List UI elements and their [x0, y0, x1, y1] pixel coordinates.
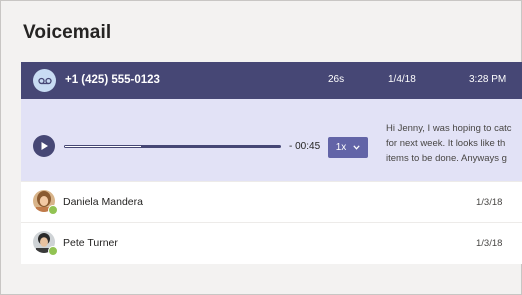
voicemail-date: 1/3/18 [476, 197, 503, 208]
avatar [33, 190, 58, 215]
playback-speed-dropdown[interactable]: 1x [328, 137, 368, 158]
voicemail-window: Voicemail +1 (425) 555-0123 26s 1/4/18 3… [0, 0, 522, 295]
voicemail-list: +1 (425) 555-0123 26s 1/4/18 3:28 PM - 0… [21, 62, 522, 264]
list-item[interactable]: Pete Turner 1/3/18 [21, 222, 522, 263]
voicemail-selected-row[interactable]: +1 (425) 555-0123 26s 1/4/18 3:28 PM [21, 62, 522, 99]
voicemail-transcript: Hi Jenny, I was hoping to catc for next … [386, 123, 512, 164]
playback-progress-slider[interactable] [64, 145, 281, 148]
voicemail-icon [33, 69, 56, 92]
voicemail-date: 1/4/18 [388, 74, 416, 85]
voicemail-date: 1/3/18 [476, 238, 503, 249]
presence-available-icon [48, 205, 58, 215]
voicemail-time: 3:28 PM [469, 74, 507, 85]
play-button[interactable] [33, 135, 55, 157]
voicemail-player: - 00:45 1x Hi Jenny, I was hoping to cat… [21, 99, 522, 181]
list-item[interactable]: Daniela Mandera 1/3/18 [21, 181, 522, 222]
avatar [33, 231, 58, 256]
time-remaining: - 00:45 [289, 141, 321, 152]
voicemail-duration: 26s [328, 74, 345, 85]
chevron-down-icon [353, 145, 360, 150]
page-title: Voicemail [23, 22, 112, 43]
contact-name: Pete Turner [63, 237, 118, 249]
playback-speed-label: 1x [335, 142, 347, 153]
playback-progress-fill [65, 146, 141, 147]
play-icon [41, 142, 48, 150]
presence-available-icon [48, 246, 58, 256]
caller-number: +1 (425) 555-0123 [65, 74, 160, 86]
contact-name: Daniela Mandera [63, 196, 143, 208]
